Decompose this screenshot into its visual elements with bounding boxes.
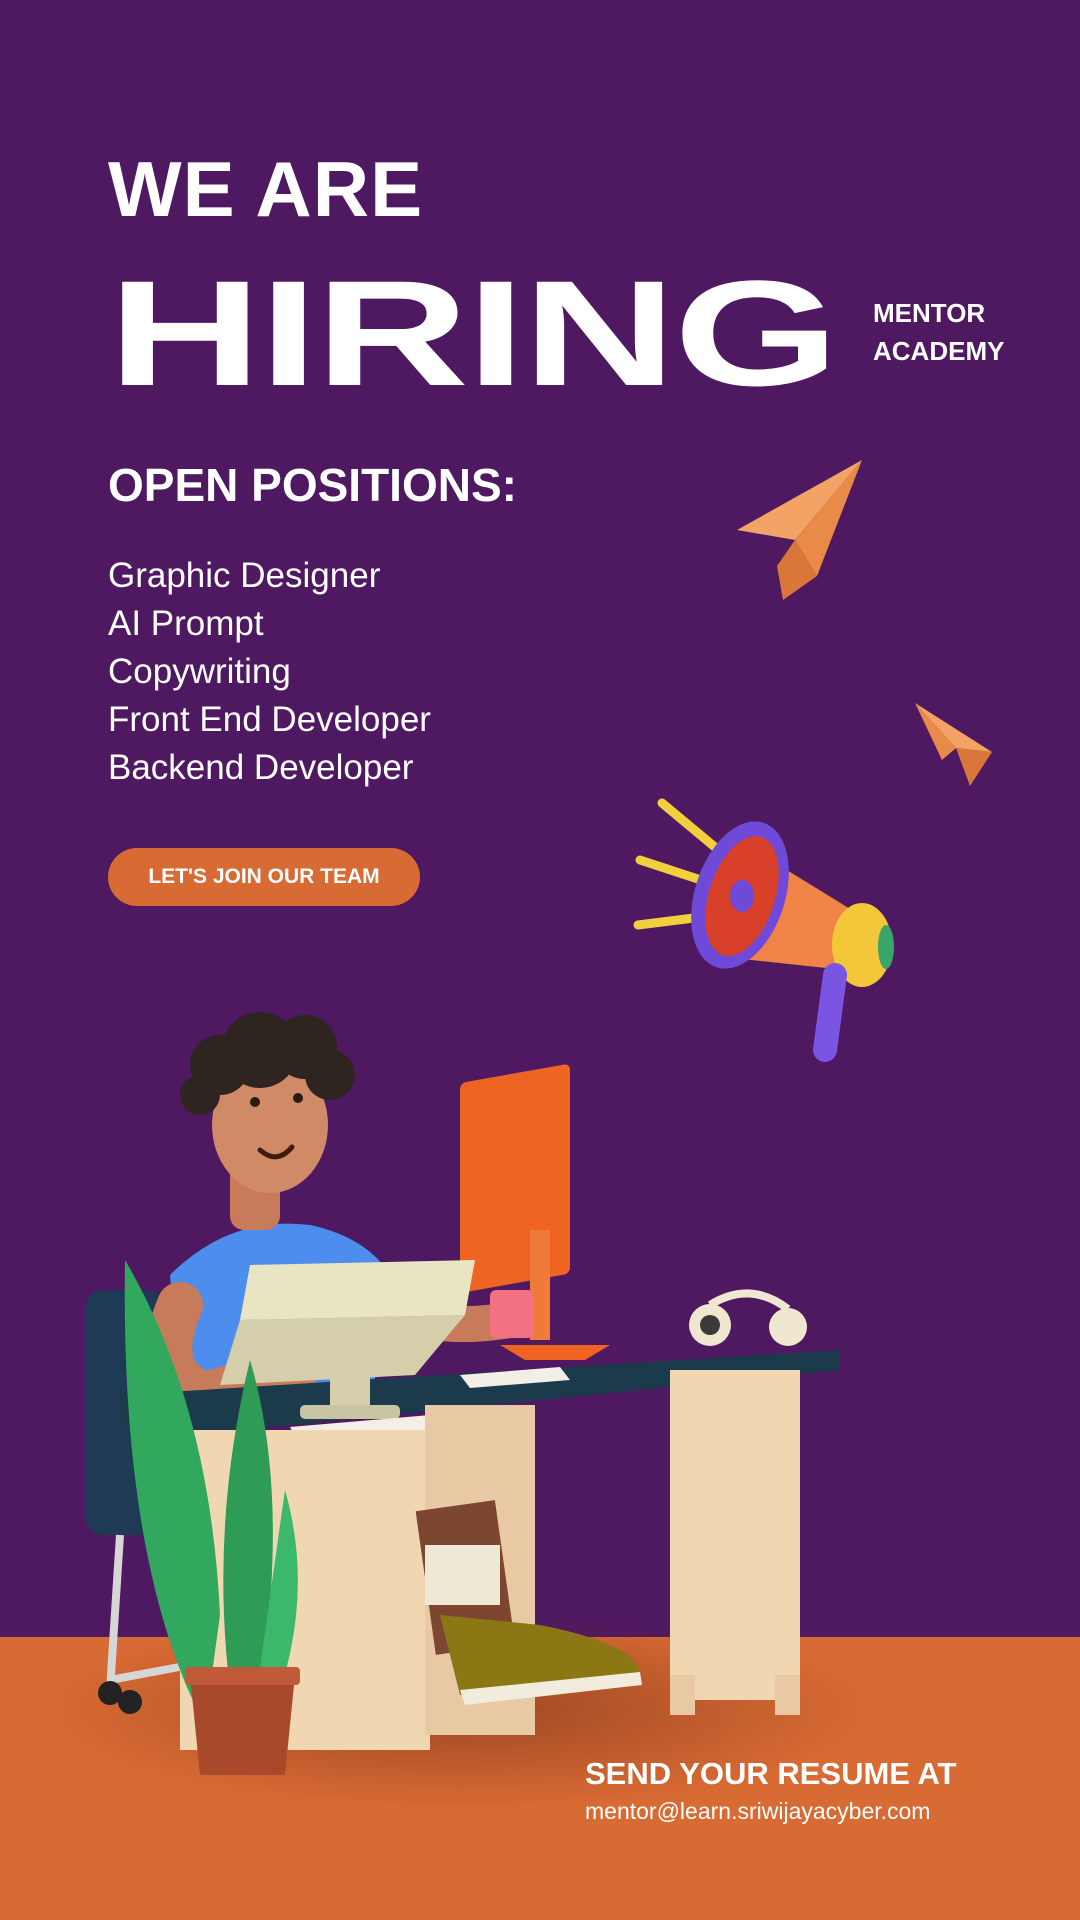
position-item: Copywriting: [108, 652, 291, 691]
paper-plane-icon: [737, 460, 862, 600]
brand-line-1: MENTOR: [873, 298, 986, 328]
position-item: Backend Developer: [108, 748, 414, 787]
brand-name: MENTOR ACADEMY: [873, 294, 1004, 370]
headline-we-are: WE ARE: [108, 145, 424, 233]
headline-hiring: HIRING: [108, 249, 839, 417]
brand-line-2: ACADEMY: [873, 336, 1005, 366]
person-at-desk-illustration: [85, 1012, 840, 1775]
positions-list: Graphic Designer AI Prompt Copywriting F…: [108, 552, 431, 792]
position-item: Front End Developer: [108, 700, 431, 739]
hiring-poster: WE ARE HIRING MENTOR ACADEMY OPEN POSITI…: [0, 0, 1080, 1920]
join-team-button[interactable]: LET'S JOIN OUR TEAM: [108, 848, 420, 906]
position-item: AI Prompt: [108, 604, 264, 643]
open-positions-title: OPEN POSITIONS:: [108, 459, 517, 511]
resume-email[interactable]: mentor@learn.sriwijayacyber.com: [585, 1798, 930, 1825]
paper-plane-icon: [915, 703, 992, 786]
position-item: Graphic Designer: [108, 556, 381, 595]
resume-title: SEND YOUR RESUME AT: [585, 1756, 957, 1791]
